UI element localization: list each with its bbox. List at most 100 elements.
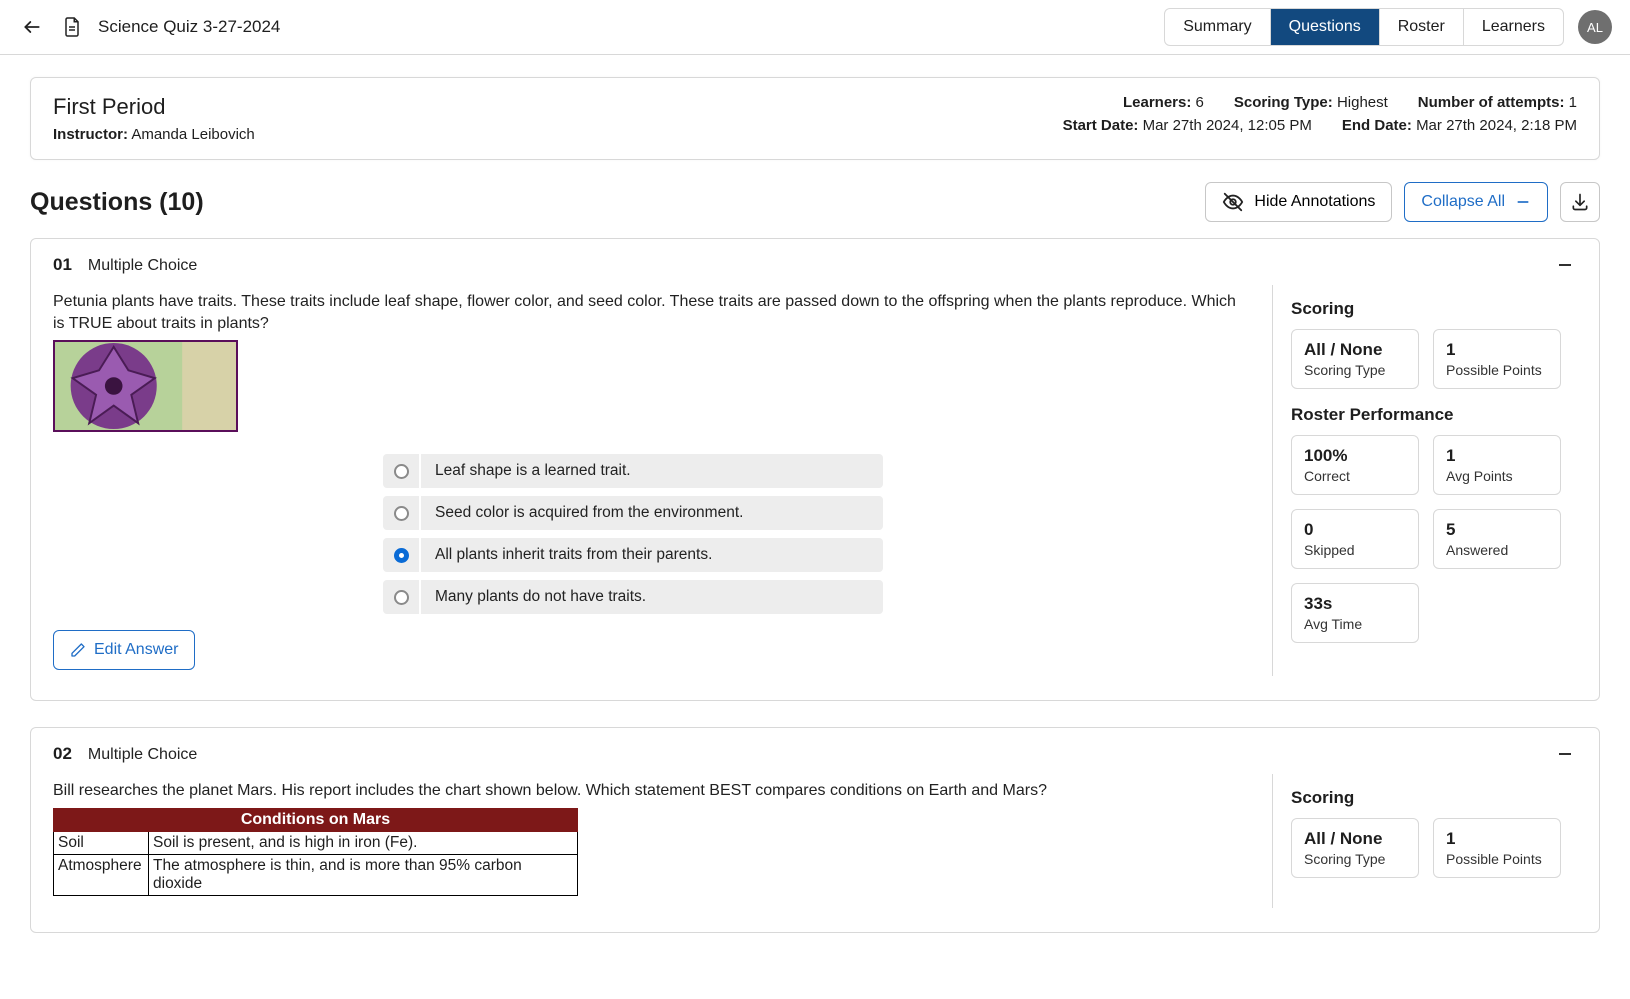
stat-scoring-type-value: All / None (1304, 829, 1406, 849)
petunia-flower-icon (55, 342, 236, 430)
question-1-left: Petunia plants have traits. These traits… (53, 285, 1250, 676)
instructor-label: Instructor: (53, 126, 128, 143)
roster-stats: 100% Correct 1 Avg Points 0 Skipped 5 An… (1291, 435, 1577, 643)
question-2-collapse-toggle[interactable] (1553, 742, 1577, 766)
scoring-type-value: Highest (1337, 94, 1388, 111)
question-2-type: Multiple Choice (88, 746, 197, 764)
stat-possible-points-label: Possible Points (1446, 851, 1548, 867)
radio-selected-icon (394, 548, 409, 563)
eye-off-icon (1222, 191, 1244, 213)
stat-avg-time-value: 33s (1304, 594, 1406, 614)
scoring-stats: All / None Scoring Type 1 Possible Point… (1291, 818, 1577, 878)
tab-roster[interactable]: Roster (1380, 9, 1464, 45)
question-card-1: 01 Multiple Choice Petunia plants have t… (30, 238, 1600, 701)
question-1-choices: Leaf shape is a learned trait. Seed colo… (53, 454, 1250, 614)
choice-1d-label: Many plants do not have traits. (421, 580, 883, 614)
stat-possible-points-label: Possible Points (1446, 362, 1548, 378)
start-date-value: Mar 27th 2024, 12:05 PM (1143, 117, 1312, 134)
question-2-body: Bill researches the planet Mars. His rep… (31, 774, 1599, 932)
download-icon (1570, 192, 1590, 212)
tab-summary[interactable]: Summary (1165, 9, 1270, 45)
question-1-title: 01 Multiple Choice (53, 255, 197, 275)
class-info-right: Learners: 6 Scoring Type: Highest Number… (1063, 94, 1577, 143)
question-2-prompt: Bill researches the planet Mars. His rep… (53, 780, 1250, 802)
stat-avg-time-label: Avg Time (1304, 616, 1406, 632)
stat-avg-points: 1 Avg Points (1433, 435, 1561, 495)
scoring-title: Scoring (1291, 299, 1577, 319)
hide-annotations-label: Hide Annotations (1254, 193, 1375, 211)
info-row-2: Start Date: Mar 27th 2024, 12:05 PM End … (1063, 117, 1577, 134)
start-date-label: Start Date: (1063, 117, 1139, 134)
tab-questions[interactable]: Questions (1271, 9, 1380, 45)
question-2-scoring-panel: Scoring All / None Scoring Type 1 Possib… (1272, 774, 1577, 908)
end-date-label: End Date: (1342, 117, 1412, 134)
hide-annotations-button[interactable]: Hide Annotations (1205, 182, 1392, 222)
mars-row-2-value: The atmosphere is thin, and is more than… (149, 855, 577, 895)
stat-scoring-type: All / None Scoring Type (1291, 818, 1419, 878)
stat-skipped-value: 0 (1304, 520, 1406, 540)
question-1-collapse-toggle[interactable] (1553, 253, 1577, 277)
stat-scoring-type-value: All / None (1304, 340, 1406, 360)
stat-possible-points: 1 Possible Points (1433, 329, 1561, 389)
question-2-number: 02 (53, 744, 72, 764)
question-1-scoring-panel: Scoring All / None Scoring Type 1 Possib… (1272, 285, 1577, 676)
question-1-number: 01 (53, 255, 72, 275)
mars-row-1-value: Soil is present, and is high in iron (Fe… (149, 832, 577, 854)
minus-icon (1515, 194, 1531, 210)
learners-label: Learners: (1123, 94, 1191, 111)
period-title: First Period (53, 94, 255, 120)
scoring-type-label: Scoring Type: (1234, 94, 1333, 111)
question-1-type: Multiple Choice (88, 257, 197, 275)
stat-skipped: 0 Skipped (1291, 509, 1419, 569)
stat-correct: 100% Correct (1291, 435, 1419, 495)
class-info-left: First Period Instructor: Amanda Leibovic… (53, 94, 255, 143)
back-button[interactable] (18, 13, 46, 41)
stat-answered-label: Answered (1446, 542, 1548, 558)
main-tabs: Summary Questions Roster Learners (1164, 8, 1564, 46)
stat-answered-value: 5 (1446, 520, 1548, 540)
radio-icon (394, 464, 409, 479)
question-1-image[interactable] (53, 340, 238, 432)
stat-correct-label: Correct (1304, 468, 1406, 484)
user-avatar[interactable]: AL (1578, 10, 1612, 44)
table-row: Soil Soil is present, and is high in iro… (53, 832, 578, 855)
top-bar: Science Quiz 3-27-2024 Summary Questions… (0, 0, 1630, 55)
question-1-body: Petunia plants have traits. These traits… (31, 285, 1599, 700)
class-info-card: First Period Instructor: Amanda Leibovic… (30, 77, 1600, 160)
end-date-value: Mar 27th 2024, 2:18 PM (1416, 117, 1577, 134)
choice-1c[interactable]: All plants inherit traits from their par… (383, 538, 883, 572)
choice-1b[interactable]: Seed color is acquired from the environm… (383, 496, 883, 530)
stat-scoring-type: All / None Scoring Type (1291, 329, 1419, 389)
choice-1c-label: All plants inherit traits from their par… (421, 538, 883, 572)
stat-correct-value: 100% (1304, 446, 1406, 466)
choice-1a[interactable]: Leaf shape is a learned trait. (383, 454, 883, 488)
collapse-all-label: Collapse All (1421, 193, 1505, 211)
minus-icon (1556, 745, 1574, 763)
stat-scoring-type-label: Scoring Type (1304, 362, 1406, 378)
scoring-stats: All / None Scoring Type 1 Possible Point… (1291, 329, 1577, 389)
stat-avg-time: 33s Avg Time (1291, 583, 1419, 643)
choice-1d[interactable]: Many plants do not have traits. (383, 580, 883, 614)
radio-wrap (383, 580, 419, 614)
collapse-all-button[interactable]: Collapse All (1404, 182, 1548, 222)
download-button[interactable] (1560, 182, 1600, 222)
stat-avg-points-value: 1 (1446, 446, 1548, 466)
attempts-label: Number of attempts: (1418, 94, 1565, 111)
top-bar-left: Science Quiz 3-27-2024 (18, 13, 280, 41)
question-2-left: Bill researches the planet Mars. His rep… (53, 774, 1250, 908)
instructor-line: Instructor: Amanda Leibovich (53, 126, 255, 143)
stat-possible-points-value: 1 (1446, 829, 1548, 849)
question-1-prompt: Petunia plants have traits. These traits… (53, 291, 1250, 334)
table-row: Atmosphere The atmosphere is thin, and i… (53, 855, 578, 896)
edit-answer-button[interactable]: Edit Answer (53, 630, 195, 670)
instructor-name: Amanda Leibovich (131, 126, 254, 143)
radio-wrap (383, 496, 419, 530)
radio-icon (394, 590, 409, 605)
questions-header-row: Questions (10) Hide Annotations Collapse… (30, 182, 1600, 222)
info-row-1: Learners: 6 Scoring Type: Highest Number… (1123, 94, 1577, 111)
radio-wrap (383, 454, 419, 488)
content: First Period Instructor: Amanda Leibovic… (0, 55, 1630, 999)
mars-row-1-label: Soil (54, 832, 149, 854)
tab-learners[interactable]: Learners (1464, 9, 1563, 45)
stat-scoring-type-label: Scoring Type (1304, 851, 1406, 867)
